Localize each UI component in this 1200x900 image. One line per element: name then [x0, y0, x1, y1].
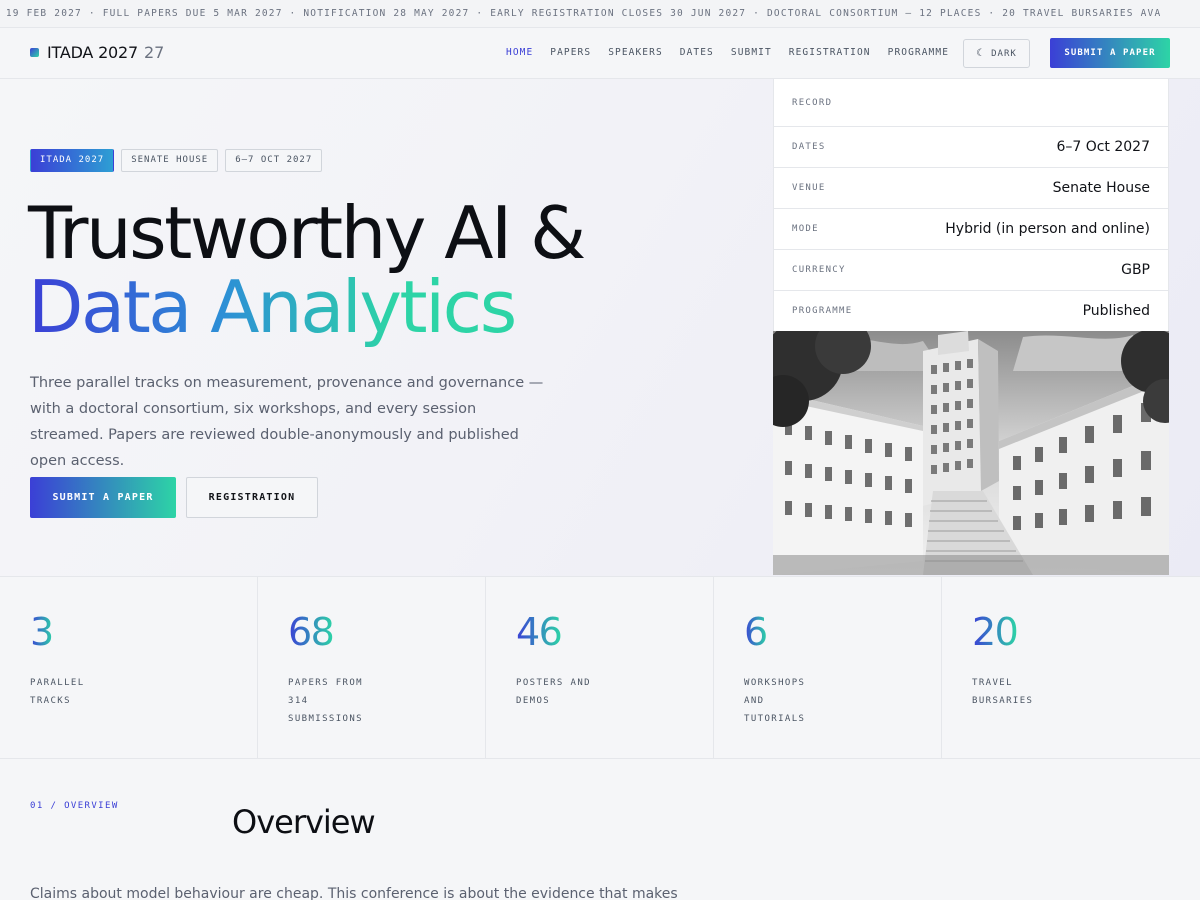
overview-heading: Overview — [232, 803, 376, 841]
stat-label: POSTERS AND DEMOS — [516, 678, 592, 706]
announcement-ticker: E 19 FEB 2027 · FULL PAPERS DUE 5 MAR 20… — [0, 0, 1200, 28]
stat-number: 6 — [744, 610, 768, 654]
record-value: Senate House — [1052, 180, 1150, 196]
record-key: MODE — [792, 224, 819, 234]
overview-paragraph: Claims about model behaviour are cheap. … — [30, 886, 678, 900]
record-row-currency: CURRENCY GBP — [774, 250, 1168, 291]
submit-paper-label: SUBMIT A PAPER — [52, 492, 154, 503]
record-key: DATES — [792, 142, 826, 152]
registration-button[interactable]: REGISTRATION — [186, 477, 318, 518]
nav-submit[interactable]: SUBMIT — [731, 47, 772, 58]
record-value: Published — [1082, 303, 1150, 319]
stat-bursaries: 20 TRAVEL BURSARIES — [942, 577, 1200, 758]
stat-number: 3 — [30, 610, 54, 654]
dark-mode-label: DARK — [991, 48, 1017, 59]
hero-lede: Three parallel tracks on measurement, pr… — [30, 375, 544, 469]
brand-logo[interactable]: ITADA 2027 27 — [30, 43, 164, 62]
record-key: PROGRAMME — [792, 306, 853, 316]
stat-posters: 46 POSTERS AND DEMOS — [486, 577, 714, 758]
chip-dates: 6–7 OCT 2027 — [225, 149, 323, 172]
stat-number: 46 — [516, 610, 563, 654]
record-heading: RECORD — [792, 97, 833, 108]
stat-tracks: 3 PARALLEL TRACKS — [0, 577, 258, 758]
moon-icon: ☾ — [976, 48, 986, 59]
nav-speakers[interactable]: SPEAKERS — [608, 47, 663, 58]
stat-number: 68 — [288, 610, 335, 654]
record-value: 6–7 Oct 2027 — [1056, 139, 1150, 155]
submit-paper-header-button[interactable]: SUBMIT A PAPER — [1050, 38, 1170, 68]
record-key: VENUE — [792, 183, 826, 193]
record-key: CURRENCY — [792, 265, 846, 275]
record-row-programme: PROGRAMME Published — [774, 291, 1168, 332]
nav-papers[interactable]: PAPERS — [550, 47, 591, 58]
submit-paper-button[interactable]: SUBMIT A PAPER — [30, 477, 176, 518]
stats-strip: 3 PARALLEL TRACKS 68 PAPERS FROM 314 SUB… — [0, 576, 1200, 759]
record-heading-row: RECORD — [774, 79, 1168, 127]
brand-mark-icon — [30, 48, 39, 57]
stat-workshops: 6 WORKSHOPS AND TUTORIALS — [714, 577, 942, 758]
hero-title-line2: Data Analytics — [28, 265, 517, 349]
venue-photo — [773, 331, 1169, 575]
stat-label: PARALLEL TRACKS — [30, 678, 85, 706]
registration-label: REGISTRATION — [208, 492, 296, 503]
nav-home[interactable]: HOME — [506, 47, 533, 58]
nav-dates[interactable]: DATES — [680, 47, 714, 58]
nav-programme[interactable]: PROGRAMME — [888, 47, 949, 58]
record-row-mode: MODE Hybrid (in person and online) — [774, 209, 1168, 250]
stat-label: PAPERS FROM 314 SUBMISSIONS — [288, 678, 364, 724]
main-nav: HOME PAPERS SPEAKERS DATES SUBMIT REGIST… — [506, 47, 966, 58]
record-value: GBP — [1121, 262, 1150, 278]
nav-registration[interactable]: REGISTRATION — [789, 47, 871, 58]
brand-year: 27 — [144, 43, 165, 62]
brand-name: ITADA 2027 — [47, 43, 138, 62]
site-header: ITADA 2027 27 HOME PAPERS SPEAKERS DATES… — [0, 28, 1200, 79]
record-value: Hybrid (in person and online) — [945, 221, 1150, 237]
stat-number: 20 — [972, 610, 1019, 654]
record-row-venue: VENUE Senate House — [774, 168, 1168, 209]
overview-eyebrow: 01 / OVERVIEW — [30, 801, 119, 811]
ticker-text: E 19 FEB 2027 · FULL PAPERS DUE 5 MAR 20… — [0, 8, 1162, 19]
dark-mode-toggle[interactable]: ☾ DARK — [963, 39, 1030, 68]
record-row-dates: DATES 6–7 Oct 2027 — [774, 127, 1168, 168]
venue-building-image — [773, 331, 1169, 575]
hero-chips: ITADA 2027 SENATE HOUSE 6–7 OCT 2027 — [30, 149, 329, 172]
chip-venue: SENATE HOUSE — [121, 149, 219, 172]
record-card: RECORD DATES 6–7 Oct 2027 VENUE Senate H… — [773, 79, 1169, 332]
hero-section: ITADA 2027 SENATE HOUSE 6–7 OCT 2027 Tru… — [0, 79, 1200, 576]
chip-conference: ITADA 2027 — [30, 149, 115, 172]
hero-title-line1: Trustworthy AI & — [28, 191, 586, 275]
submit-paper-header-label: SUBMIT A PAPER — [1064, 48, 1156, 58]
stat-papers: 68 PAPERS FROM 314 SUBMISSIONS — [258, 577, 486, 758]
stat-label: TRAVEL BURSARIES — [972, 678, 1034, 706]
stat-label: WORKSHOPS AND TUTORIALS — [744, 678, 806, 724]
